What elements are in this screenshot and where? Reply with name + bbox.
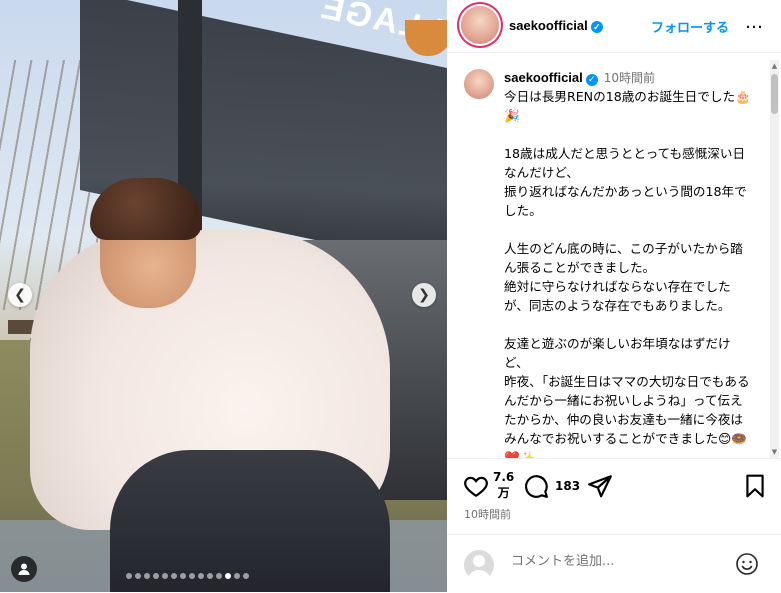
comment-bar bbox=[447, 534, 781, 593]
user-icon bbox=[18, 563, 30, 575]
carousel-dot bbox=[198, 573, 204, 579]
emoji-icon[interactable] bbox=[735, 552, 759, 576]
carousel-dot bbox=[189, 573, 195, 579]
carousel-dot bbox=[144, 573, 150, 579]
post-timestamp[interactable]: 10時間前 bbox=[464, 506, 511, 522]
likes-unit: 万 bbox=[497, 486, 510, 500]
avatar[interactable] bbox=[461, 6, 499, 44]
action-bar: 7.6 万 183 10時間前 bbox=[447, 458, 781, 529]
heart-icon[interactable] bbox=[463, 473, 489, 499]
person-hair bbox=[90, 178, 202, 240]
carousel-dot bbox=[153, 573, 159, 579]
comment-icon[interactable] bbox=[523, 473, 549, 499]
carousel-next-button[interactable]: ❯ bbox=[412, 283, 436, 307]
likes-count[interactable]: 7.6 万 bbox=[493, 469, 514, 501]
comments-count[interactable]: 183 bbox=[555, 479, 580, 493]
verified-badge-icon: ✓ bbox=[585, 74, 598, 86]
caption-header: saekoofficial ✓ 10時間前 bbox=[504, 69, 655, 86]
carousel-dot bbox=[243, 573, 249, 579]
carousel-dot bbox=[234, 573, 240, 579]
caption-text: 今日は長男RENの18歳のお誕生日でした🎂🎉 18歳は成人だと思うととっても感慨… bbox=[504, 89, 751, 458]
verified-badge-icon: ✓ bbox=[590, 21, 603, 33]
carousel-dot bbox=[180, 573, 186, 579]
caption-area: saekoofficial ✓ 10時間前 今日は長男RENの18歳のお誕生日でした… bbox=[447, 53, 781, 458]
carousel-dot bbox=[126, 573, 132, 579]
scroll-up-icon[interactable]: ▲ bbox=[770, 62, 779, 70]
post-header: saekoofficial ✓ フォローする … bbox=[447, 0, 781, 53]
post-side-panel: saekoofficial ✓ フォローする … saekoofficial ✓ 10… bbox=[447, 0, 781, 592]
carousel-dot bbox=[171, 573, 177, 579]
person-pants bbox=[110, 450, 390, 592]
carousel-dot bbox=[216, 573, 222, 579]
header-username[interactable]: saekoofficial ✓ bbox=[509, 18, 603, 33]
chevron-left-icon: ❮ bbox=[14, 287, 26, 303]
current-user-avatar bbox=[464, 550, 494, 580]
more-options-icon[interactable]: … bbox=[745, 12, 764, 33]
share-icon[interactable] bbox=[587, 473, 613, 499]
carousel-dot bbox=[225, 573, 231, 579]
caption-time: 10時間前 bbox=[603, 71, 656, 85]
header-username-text[interactable]: saekoofficial bbox=[509, 18, 588, 33]
carousel-prev-button[interactable]: ❮ bbox=[8, 283, 32, 307]
post-photo: VILLAGE ❮ ❯ bbox=[0, 0, 447, 592]
scrollbar-thumb[interactable] bbox=[771, 74, 778, 114]
carousel-dot bbox=[207, 573, 213, 579]
comment-input[interactable] bbox=[509, 553, 733, 570]
caption-username[interactable]: saekoofficial bbox=[504, 70, 583, 85]
caption-avatar[interactable] bbox=[464, 69, 494, 99]
scroll-down-icon[interactable]: ▼ bbox=[770, 448, 779, 456]
chevron-right-icon: ❯ bbox=[418, 287, 430, 303]
follow-button[interactable]: フォローする bbox=[651, 17, 729, 36]
carousel-dots bbox=[126, 573, 249, 579]
default-avatar-icon bbox=[468, 555, 490, 580]
hanging-lamp bbox=[405, 20, 447, 56]
tagged-users-button[interactable] bbox=[11, 556, 37, 582]
bookmark-icon[interactable] bbox=[742, 473, 768, 499]
carousel-dot bbox=[162, 573, 168, 579]
likes-number: 7.6 bbox=[493, 470, 515, 484]
caption-scrollbar[interactable]: ▲ ▼ bbox=[770, 60, 779, 458]
carousel-dot bbox=[135, 573, 141, 579]
